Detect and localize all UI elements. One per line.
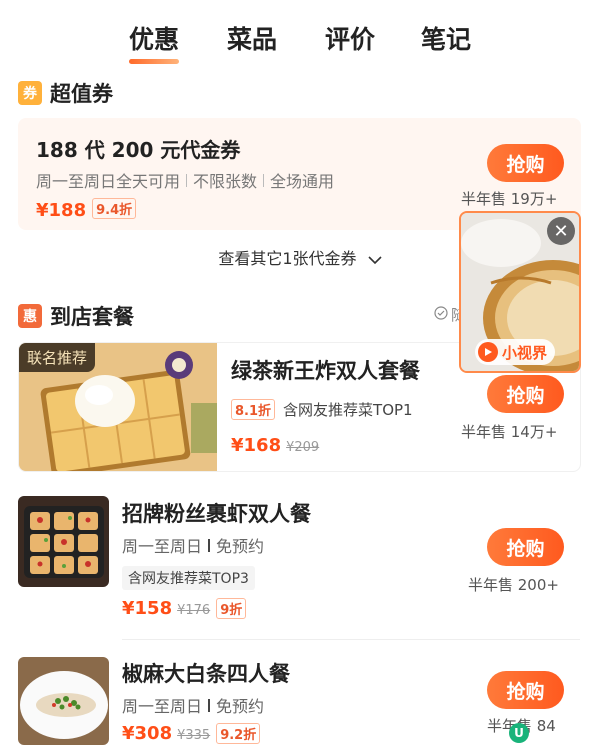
package-section-header: 惠 到店套餐	[18, 301, 134, 331]
rec-tag: 含网友推荐菜TOP3	[122, 566, 255, 590]
sub-tag: 免预约	[216, 537, 265, 556]
sold-count: 半年售 200+	[468, 576, 559, 594]
close-icon[interactable]: ✕	[547, 217, 575, 245]
divider	[122, 639, 580, 640]
buy-button[interactable]: 抢购	[487, 528, 564, 566]
divider	[186, 173, 188, 187]
discount-badge: 8.1折	[231, 399, 276, 420]
discount-badge: 9折	[216, 598, 247, 619]
package-title: 绿茶新王炸双人套餐	[231, 359, 420, 383]
discount-badge: 9.2折	[216, 723, 261, 744]
divider	[263, 173, 265, 187]
voucher-tag: 全场通用	[270, 172, 335, 191]
package-title: 椒麻大白条四人餐	[122, 662, 290, 686]
sub-tag: 周一至周日	[122, 697, 203, 716]
package-sub: 周一至周日 免预约	[122, 533, 264, 557]
rec-tag: 含网友推荐菜TOP1	[283, 401, 413, 419]
voucher-section-title: 超值券	[50, 82, 113, 106]
price-line: ¥168 ¥209	[231, 435, 319, 456]
sub-tag: 免预约	[216, 697, 265, 716]
voucher-tag: 周一至周日全天可用	[36, 172, 181, 191]
original-price: ¥176	[177, 603, 211, 618]
voucher-badge-icon: 券	[18, 81, 42, 105]
buy-button[interactable]: 抢购	[487, 671, 564, 709]
package-badge-icon: 惠	[18, 304, 42, 328]
voucher-price-line: ¥188 9.4折	[36, 198, 137, 221]
price: ¥308	[122, 723, 173, 744]
package-tags: 8.1折 含网友推荐菜TOP1	[231, 399, 413, 420]
package-image	[18, 657, 109, 745]
tab-dishes[interactable]: 菜品	[227, 20, 277, 56]
sold-count: 半年售 14万+	[461, 423, 558, 441]
video-popup[interactable]: ✕ 小视界	[459, 211, 581, 373]
video-label-text: 小视界	[502, 343, 548, 362]
play-icon	[478, 342, 498, 362]
tab-notes[interactable]: 笔记	[421, 20, 471, 56]
price-line: ¥158 ¥176 9折	[122, 598, 247, 619]
chevron-down-icon	[368, 250, 382, 269]
u-badge-icon: U	[509, 723, 529, 743]
sub-tag: 周一至周日	[122, 537, 203, 556]
voucher-buy-button[interactable]: 抢购	[487, 144, 564, 182]
voucher-section-header: 券 超值券	[18, 78, 113, 108]
package-section-title: 到店套餐	[50, 305, 134, 329]
divider	[208, 538, 211, 552]
voucher-sold-count: 半年售 19万+	[461, 190, 558, 208]
package-title: 招牌粉丝裹虾双人餐	[122, 502, 311, 526]
tab-bar: 优惠 菜品 评价 笔记	[0, 0, 600, 66]
original-price: ¥209	[286, 440, 320, 455]
tab-reviews[interactable]: 评价	[325, 20, 375, 56]
corner-label: 联名推荐	[19, 343, 96, 372]
price: ¥168	[231, 435, 282, 456]
original-price: ¥335	[177, 728, 211, 743]
tab-discount[interactable]: 优惠	[129, 20, 180, 64]
divider	[208, 698, 211, 712]
voucher-price: ¥188	[36, 200, 87, 221]
voucher-discount-badge: 9.4折	[92, 198, 137, 219]
price-line: ¥308 ¥335 9.2折	[122, 723, 261, 744]
package-image: 联名推荐	[19, 343, 217, 471]
voucher-title: 188 代 200 元代金券	[36, 138, 241, 162]
price: ¥158	[122, 598, 173, 619]
more-vouchers-label: 查看其它1张代金券	[218, 249, 357, 268]
package-image	[18, 496, 109, 587]
voucher-tags: 周一至周日全天可用 不限张数 全场通用	[36, 168, 334, 192]
check-circle-icon	[434, 305, 448, 324]
video-label: 小视界	[475, 339, 556, 365]
voucher-tag: 不限张数	[193, 172, 258, 191]
package-sub: 周一至周日 免预约	[122, 693, 264, 717]
buy-button[interactable]: 抢购	[487, 375, 564, 413]
